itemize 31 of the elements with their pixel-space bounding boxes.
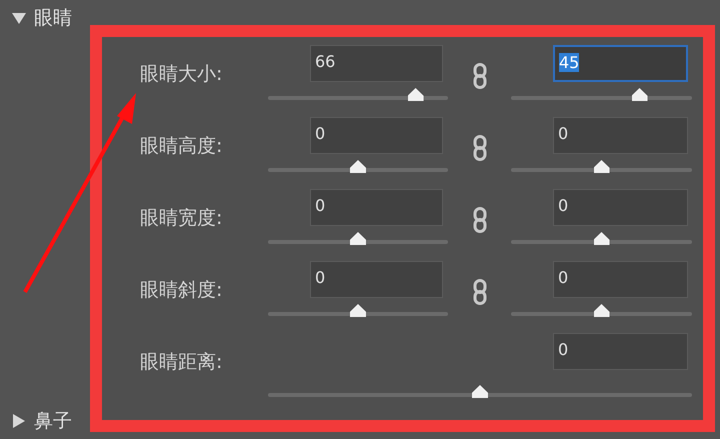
collapse-triangle-icon: [12, 11, 26, 25]
link-icon[interactable]: [472, 279, 486, 305]
slider-thumb[interactable]: [594, 232, 610, 245]
slider-thumb[interactable]: [632, 88, 648, 101]
field-label: 眼睛斜度:: [140, 278, 222, 302]
number-field[interactable]: 66: [310, 45, 443, 82]
slider-thumb[interactable]: [408, 88, 424, 101]
link-icon[interactable]: [472, 207, 486, 233]
number-field[interactable]: 0: [553, 117, 688, 154]
field-label: 眼睛高度:: [140, 134, 222, 158]
slider-thumb[interactable]: [350, 232, 366, 245]
slider-thumb[interactable]: [472, 385, 488, 398]
number-field[interactable]: 0: [553, 333, 688, 370]
slider-thumb[interactable]: [594, 160, 610, 173]
number-field[interactable]: 0: [310, 117, 443, 154]
number-field[interactable]: 0: [553, 189, 688, 226]
link-icon[interactable]: [472, 135, 486, 161]
slider-thumb[interactable]: [350, 160, 366, 173]
slider-thumb[interactable]: [594, 304, 610, 317]
field-label: 眼睛距离:: [140, 350, 222, 374]
expand-triangle-icon: [12, 414, 26, 428]
field-label: 眼睛大小:: [140, 62, 222, 86]
slider-thumb[interactable]: [350, 304, 366, 317]
field-label: 眼睛宽度:: [140, 206, 222, 230]
number-field[interactable]: 0: [553, 261, 688, 298]
link-icon[interactable]: [472, 63, 486, 89]
section-header[interactable]: 眼睛: [0, 6, 90, 30]
section-header[interactable]: 鼻子: [0, 409, 90, 433]
number-field[interactable]: 45: [553, 45, 688, 82]
number-field[interactable]: 0: [310, 189, 443, 226]
number-field[interactable]: 0: [310, 261, 443, 298]
